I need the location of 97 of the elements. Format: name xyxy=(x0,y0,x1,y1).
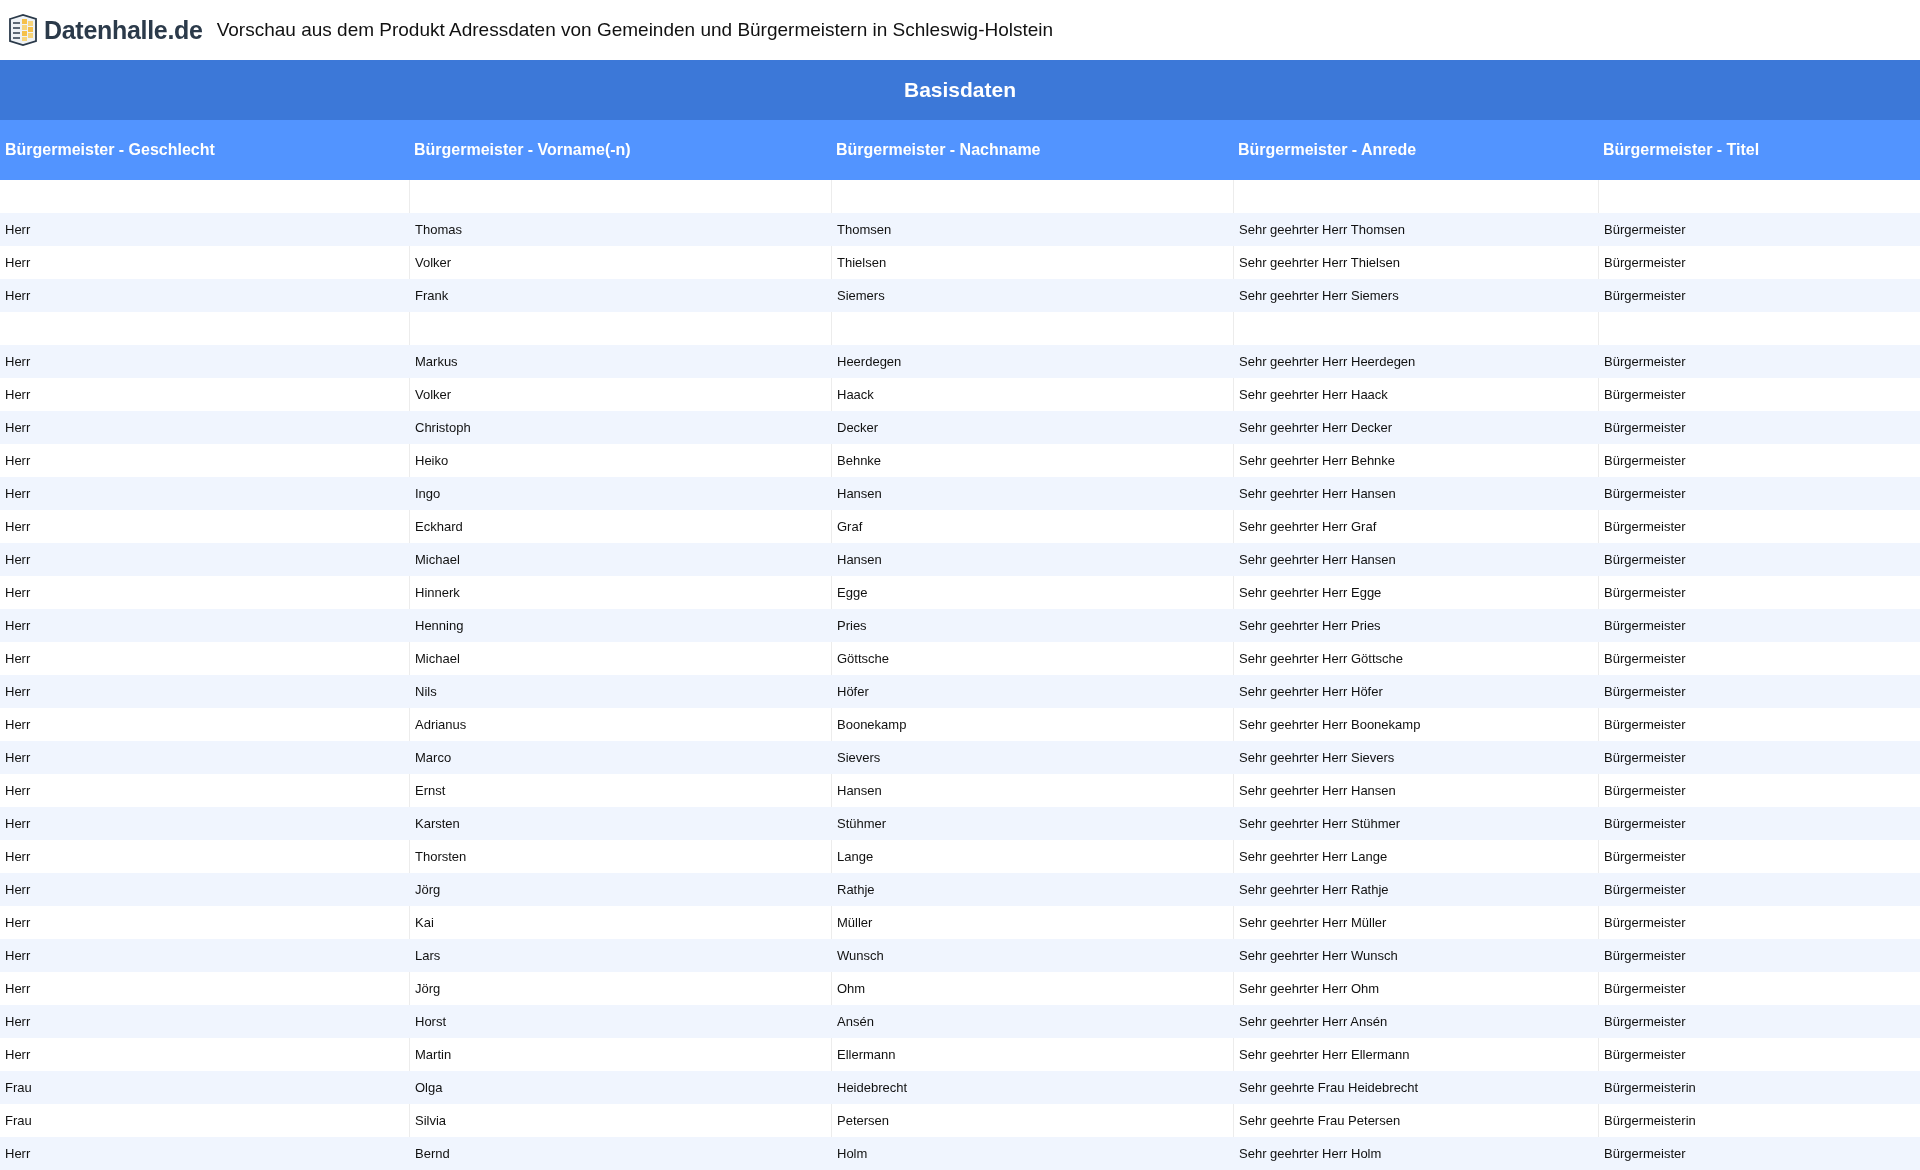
table-cell: Herr xyxy=(0,411,409,444)
table-cell: Sehr geehrter Herr Hansen xyxy=(1233,477,1598,510)
table-cell: Bürgermeister xyxy=(1598,477,1920,510)
table-cell: Sehr geehrte Frau Heidebrecht xyxy=(1233,1071,1598,1104)
table-cell: Herr xyxy=(0,873,409,906)
table-cell: Heidebrecht xyxy=(831,1071,1233,1104)
table-cell: Bürgermeisterin xyxy=(1598,1071,1920,1104)
table-cell: Bürgermeister xyxy=(1598,1137,1920,1170)
table-cell: Herr xyxy=(0,807,409,840)
table-cell: Sehr geehrter Herr Wunsch xyxy=(1233,939,1598,972)
table-cell: Sehr geehrter Herr Pries xyxy=(1233,609,1598,642)
column-header: Bürgermeister - Geschlecht xyxy=(0,120,409,180)
table-cell: Frau xyxy=(0,1071,409,1104)
table-cell-text: Herr xyxy=(4,584,32,602)
table-cell: Herr xyxy=(0,1005,409,1038)
table-cell-text: Herr xyxy=(4,914,32,932)
table-cell: Heerdegen xyxy=(831,345,1233,378)
table-cell: Michael xyxy=(409,543,831,576)
table-cell: Bürgermeister xyxy=(1598,1005,1920,1038)
table-cell: Christoph xyxy=(409,411,831,444)
page-title: Vorschau aus dem Produkt Adressdaten von Gemeinden und Bürgermeistern in Schleswig-Holstein xyxy=(216,19,1054,41)
table-cell: Herr xyxy=(0,543,409,576)
table-cell: Siemers xyxy=(831,279,1233,312)
logo-text[interactable]: Datenhalle.de xyxy=(44,15,203,45)
table-cell: Sehr geehrter Herr Rathje xyxy=(1233,873,1598,906)
table-cell: Henning xyxy=(409,609,831,642)
table-cell: Herr xyxy=(0,345,409,378)
table-cell: Sehr geehrter Herr Höfer xyxy=(1233,675,1598,708)
table-cell: Bürgermeister xyxy=(1598,213,1920,246)
table-cell: Markus xyxy=(409,345,831,378)
table-cell: Bürgermeister xyxy=(1598,411,1920,444)
table-cell: Bürgermeister xyxy=(1598,279,1920,312)
table-cell: Hansen xyxy=(831,543,1233,576)
table-cell: Herr xyxy=(0,741,409,774)
table-cell: Nils xyxy=(409,675,831,708)
table-cell: Ingo xyxy=(409,477,831,510)
table-cell-text: Herr xyxy=(4,848,32,866)
table-cell: Sehr geehrter Herr Ansén xyxy=(1233,1005,1598,1038)
table-cell: Herr xyxy=(0,1137,409,1170)
table-cell: Bürgermeister xyxy=(1598,345,1920,378)
column-header: Bürgermeister - Titel xyxy=(1598,120,1920,180)
table-cell: Sehr geehrter Herr Heerdegen xyxy=(1233,345,1598,378)
table-cell: Bernd xyxy=(409,1137,831,1170)
table-cell: Höfer xyxy=(831,675,1233,708)
table-cell: Bürgermeister xyxy=(1598,873,1920,906)
table-cell: Bürgermeister xyxy=(1598,939,1920,972)
table-cell: Bürgermeister xyxy=(1598,675,1920,708)
table-cell: Jörg xyxy=(409,873,831,906)
table-cell: Thomas xyxy=(409,213,831,246)
table-cell: Hansen xyxy=(831,477,1233,510)
table-cell: Sehr geehrter Herr Siemers xyxy=(1233,279,1598,312)
table-cell: Stühmer xyxy=(831,807,1233,840)
table-cell: Sehr geehrter Herr Hansen xyxy=(1233,543,1598,576)
table-cell: Herr xyxy=(0,213,409,246)
table-cell: Bürgermeister xyxy=(1598,807,1920,840)
table-cell: Marco xyxy=(409,741,831,774)
table-cell-text: Herr xyxy=(4,782,32,800)
table-cell: Sehr geehrter Herr Decker xyxy=(1233,411,1598,444)
table-cell: Bürgermeister xyxy=(1598,609,1920,642)
table-cell: Olga xyxy=(409,1071,831,1104)
column-header: Bürgermeister - Vorname(-n) xyxy=(409,120,831,180)
table-cell-text: Herr xyxy=(4,452,32,470)
table-cell-text: Herr xyxy=(4,518,32,536)
table-cell: Horst xyxy=(409,1005,831,1038)
table-cell-text: Herr xyxy=(4,254,32,272)
table-cell-text: Frau xyxy=(4,1112,33,1130)
table-cell-text: Herr xyxy=(4,1046,32,1064)
column-header: Bürgermeister - Anrede xyxy=(1233,120,1598,180)
table-cell-text: Herr xyxy=(4,716,32,734)
column-header: Bürgermeister - Nachname xyxy=(831,120,1233,180)
table-cell: Herr xyxy=(0,609,409,642)
group-header: Basisdaten xyxy=(0,60,1920,120)
table-cell: Sievers xyxy=(831,741,1233,774)
table-cell: Herr xyxy=(0,675,409,708)
table-cell: Sehr geehrter Herr Stühmer xyxy=(1233,807,1598,840)
table-cell-text: Herr xyxy=(4,650,32,668)
table-cell: Herr xyxy=(0,279,409,312)
table-cell: Decker xyxy=(831,411,1233,444)
table-cell: Frank xyxy=(409,279,831,312)
table-cell: Thomsen xyxy=(831,213,1233,246)
table-cell-text: Herr xyxy=(4,980,32,998)
table-cell: Wunsch xyxy=(831,939,1233,972)
table-cell: Ansén xyxy=(831,1005,1233,1038)
table-cell-text: Herr xyxy=(4,386,32,404)
logo-icon xyxy=(6,13,40,47)
table-cell: Pries xyxy=(831,609,1233,642)
table-cell: Sehr geehrter Herr Holm xyxy=(1233,1137,1598,1170)
table-cell: Rathje xyxy=(831,873,1233,906)
table-cell: Sehr geehrter Herr Sievers xyxy=(1233,741,1598,774)
table-cell: Holm xyxy=(831,1137,1233,1170)
table-cell: Herr xyxy=(0,939,409,972)
table-cell: Bürgermeister xyxy=(1598,543,1920,576)
table-cell: Herr xyxy=(0,477,409,510)
table-cell: Sehr geehrter Herr Thomsen xyxy=(1233,213,1598,246)
table-cell: Bürgermeister xyxy=(1598,741,1920,774)
table-cell: Lars xyxy=(409,939,831,972)
table-cell: Karsten xyxy=(409,807,831,840)
